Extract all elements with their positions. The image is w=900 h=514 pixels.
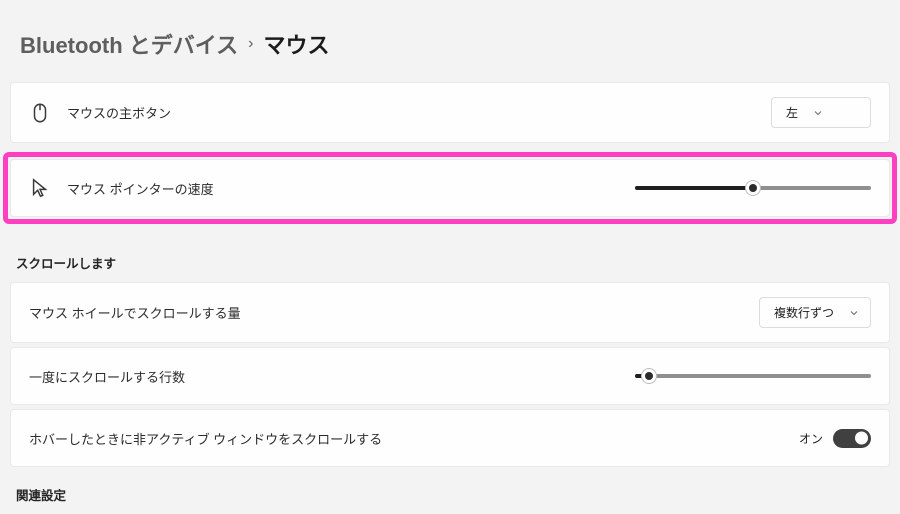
- lines-at-once-slider[interactable]: [635, 368, 871, 384]
- row-primary-button: マウスの主ボタン 左: [10, 82, 890, 143]
- scroll-amount-select[interactable]: 複数行ずつ: [759, 297, 871, 328]
- inactive-hover-state: オン: [799, 430, 823, 447]
- primary-button-value: 左: [786, 104, 798, 121]
- row-scroll-amount: マウス ホイールでスクロールする量 複数行ずつ: [10, 282, 890, 343]
- pointer-speed-label: マウス ポインターの速度: [67, 179, 214, 198]
- section-heading-related: 関連設定: [10, 471, 890, 514]
- row-pointer-speed: マウス ポインターの速度: [10, 159, 890, 217]
- breadcrumb: Bluetooth とデバイス › マウス: [10, 28, 890, 60]
- breadcrumb-parent[interactable]: Bluetooth とデバイス: [20, 28, 238, 60]
- scroll-amount-value: 複数行ずつ: [774, 304, 834, 321]
- chevron-down-icon: [848, 307, 860, 319]
- pointer-speed-slider[interactable]: [635, 180, 871, 196]
- mouse-icon: [29, 102, 51, 124]
- cursor-icon: [29, 177, 51, 199]
- inactive-hover-toggle[interactable]: [833, 429, 871, 448]
- chevron-right-icon: ›: [248, 35, 253, 53]
- inactive-hover-label: ホバーしたときに非アクティブ ウィンドウをスクロールする: [29, 429, 382, 448]
- row-inactive-hover: ホバーしたときに非アクティブ ウィンドウをスクロールする オン: [10, 409, 890, 467]
- scroll-amount-label: マウス ホイールでスクロールする量: [29, 303, 241, 322]
- row-lines-at-once: 一度にスクロールする行数: [10, 347, 890, 405]
- chevron-down-icon: [812, 107, 824, 119]
- lines-at-once-label: 一度にスクロールする行数: [29, 367, 185, 386]
- primary-button-label: マウスの主ボタン: [67, 103, 171, 122]
- breadcrumb-current: マウス: [263, 28, 329, 60]
- toggle-knob: [855, 432, 868, 445]
- primary-button-select[interactable]: 左: [771, 97, 871, 128]
- section-heading-scroll: スクロールします: [10, 239, 890, 282]
